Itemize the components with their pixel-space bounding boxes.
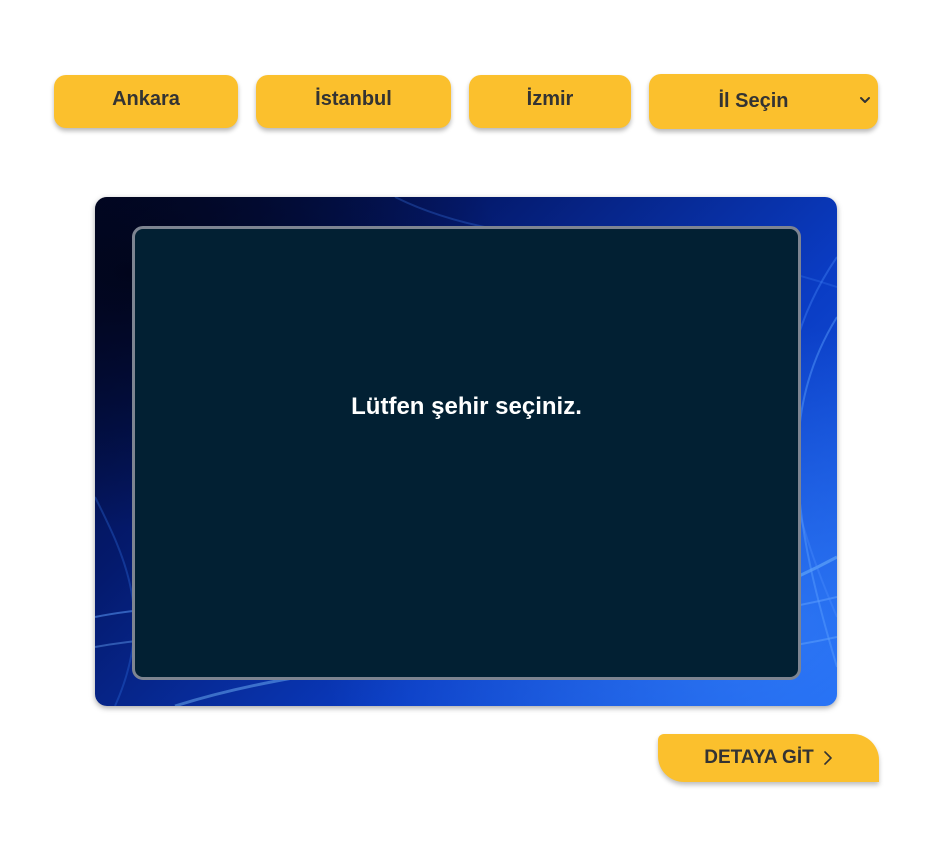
select-city-message: Lütfen şehir seçiniz. (351, 393, 582, 420)
istanbul-button[interactable]: İstanbul (256, 75, 451, 128)
istanbul-button-label: İstanbul (315, 88, 392, 110)
ankara-button[interactable]: Ankara (54, 75, 238, 128)
izmir-button-label: İzmir (526, 88, 574, 110)
ankara-button-label: Ankara (112, 88, 180, 110)
display-screen: Lütfen şehir seçiniz. (132, 226, 801, 680)
izmir-button[interactable]: İzmir (469, 75, 631, 128)
display-frame: Lütfen şehir seçiniz. (95, 197, 837, 706)
city-select[interactable]: İl Seçin (649, 74, 878, 129)
detail-button[interactable]: DETAYA GİT (658, 734, 879, 782)
chevron-down-icon (860, 97, 870, 103)
city-select-value: İl Seçin (718, 90, 789, 112)
detail-button-label: DETAYA GİT (704, 747, 814, 768)
chevron-right-icon (823, 751, 832, 765)
page: Ankara İstanbul İzmir İl Seçin Lütfen şe… (0, 0, 936, 865)
